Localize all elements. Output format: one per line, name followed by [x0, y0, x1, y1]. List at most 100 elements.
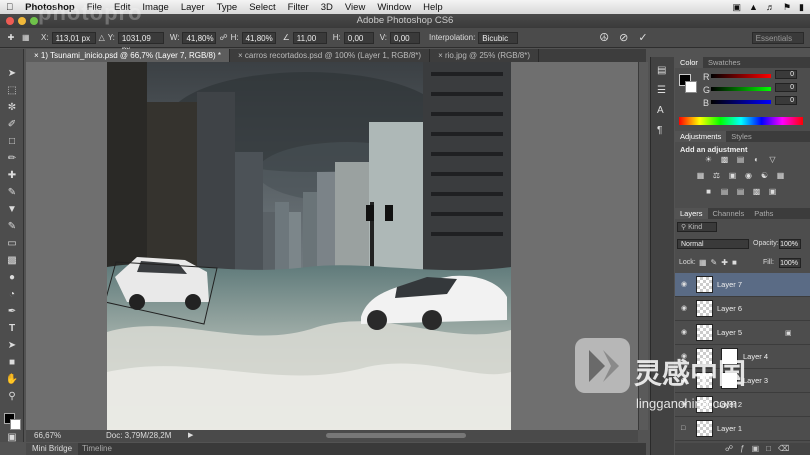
wifi-icon[interactable]: ▲ — [749, 2, 758, 12]
visibility-eye-icon[interactable]: ◉ — [681, 329, 690, 336]
triangle-icon[interactable]: △ — [99, 33, 105, 42]
background-color-swatch[interactable] — [10, 419, 21, 430]
levels-icon[interactable]: ▩ — [719, 155, 730, 164]
crop-tool-icon[interactable]: □ — [5, 135, 19, 149]
vibrance-icon[interactable]: ▽ — [767, 155, 778, 164]
zoom-window-button[interactable] — [30, 17, 38, 25]
fx-icon[interactable]: ƒ — [740, 444, 751, 453]
threshold-icon[interactable]: ▤ — [735, 187, 746, 196]
red-slider[interactable] — [711, 74, 771, 78]
visibility-eye-icon[interactable]: ◉ — [681, 305, 690, 312]
menu-filter[interactable]: Filter — [282, 2, 315, 13]
menu-type[interactable]: Type — [211, 2, 244, 13]
tab-styles[interactable]: Styles — [726, 131, 756, 142]
type-tool-icon[interactable]: T — [5, 322, 19, 336]
tab-close-icon[interactable]: × — [34, 51, 41, 60]
exposure-icon[interactable]: ◐ — [751, 155, 762, 164]
fill-field[interactable]: 100% — [779, 258, 801, 268]
tab-layers[interactable]: Layers — [675, 208, 708, 219]
layer-row-layer-5[interactable]: ◉ Layer 5 ▣ — [675, 321, 810, 345]
blue-slider[interactable] — [711, 100, 771, 104]
warp-icon[interactable]: ☮ — [599, 31, 609, 44]
reference-point-icon[interactable]: ▦ — [22, 33, 38, 42]
minimize-window-button[interactable] — [18, 17, 26, 25]
lock-icons[interactable]: ▦✎✚■ — [699, 258, 741, 267]
layer-row-layer-6[interactable]: ◉ Layer 6 — [675, 297, 810, 321]
link-layers-icon[interactable]: ☍ — [725, 444, 740, 453]
tab-rio[interactable]: × rio.jpg @ 25% (RGB/8*) — [430, 49, 540, 62]
tab-paths[interactable]: Paths — [749, 208, 778, 219]
battery-icon[interactable]: ▮ — [799, 2, 804, 13]
menu-view[interactable]: View — [339, 2, 371, 13]
camera-icon[interactable]: ▣ — [733, 2, 742, 13]
character-panel-icon[interactable]: A — [657, 105, 664, 116]
hue-saturation-icon[interactable]: ▦ — [695, 171, 706, 180]
black-white-icon[interactable]: ▣ — [727, 171, 738, 180]
tab-color[interactable]: Color — [675, 57, 703, 68]
tab-mini-bridge[interactable]: Mini Bridge — [26, 443, 79, 455]
eraser-tool-icon[interactable]: ▭ — [5, 237, 19, 251]
horizontal-scrollbar[interactable] — [326, 433, 466, 438]
tab-close-icon[interactable]: × — [438, 51, 445, 60]
path-select-tool-icon[interactable]: ➤ — [5, 339, 19, 353]
document-workspace[interactable] — [26, 62, 638, 430]
green-slider[interactable] — [711, 87, 771, 91]
channel-mixer-icon[interactable]: ☯ — [759, 171, 770, 180]
tab-swatches[interactable]: Swatches — [703, 57, 746, 68]
menu-3d[interactable]: 3D — [315, 2, 339, 13]
history-panel-icon[interactable]: ▤ — [657, 65, 666, 76]
new-layer-icon[interactable]: □ — [766, 444, 778, 453]
brightness-icon[interactable]: ☀ — [703, 155, 714, 164]
opacity-field[interactable]: 100% — [779, 239, 801, 249]
commit-transform-icon[interactable]: ✓ — [638, 31, 647, 44]
blue-value[interactable]: 0 — [775, 96, 797, 105]
pen-tool-icon[interactable]: ✒ — [5, 305, 19, 319]
y-position-field[interactable]: 1031,09 px — [117, 31, 164, 54]
invert-icon[interactable]: ■ — [703, 187, 714, 196]
dodge-tool-icon[interactable]: ◔ — [5, 288, 19, 302]
menu-layer[interactable]: Layer — [175, 2, 211, 13]
tab-carros[interactable]: × carros recortados.psd @ 100% (Layer 1,… — [230, 49, 431, 62]
trash-icon[interactable]: ⌫ — [778, 444, 796, 453]
status-arrow-icon[interactable]: ▶ — [188, 430, 193, 442]
gradient-tool-icon[interactable]: ▩ — [5, 254, 19, 268]
workspace-select[interactable]: Essentials — [751, 31, 804, 44]
layer-row-layer-1[interactable]: □ Layer 1 — [675, 417, 810, 441]
v-skew-field[interactable]: 0,00 — [390, 31, 421, 44]
x-position-field[interactable]: 113,01 px — [51, 31, 96, 44]
quick-mask-icon[interactable]: ▣ — [5, 431, 19, 445]
menu-select[interactable]: Select — [243, 2, 281, 13]
history-brush-icon[interactable]: ✎ — [5, 220, 19, 234]
gradient-map-icon[interactable]: ▩ — [751, 187, 762, 196]
close-window-button[interactable] — [6, 17, 14, 25]
brush-tool-icon[interactable]: ✎ — [5, 186, 19, 200]
properties-panel-icon[interactable]: ☰ — [657, 85, 666, 96]
layer-filter-kind[interactable]: ⚲ Kind — [677, 222, 717, 232]
tab-close-icon[interactable]: × — [238, 51, 245, 60]
tab-channels[interactable]: Channels — [708, 208, 750, 219]
healing-tool-icon[interactable]: ✚ — [5, 169, 19, 183]
background-color-chip[interactable] — [685, 81, 697, 93]
link-icon[interactable]: ☍ — [219, 33, 227, 42]
flag-icon[interactable]: ⚑ — [783, 2, 791, 13]
tab-tsunami[interactable]: × 1) Tsunami_inicio.psd @ 66,7% (Layer 7… — [26, 49, 230, 62]
selective-color-icon[interactable]: ▣ — [767, 187, 778, 196]
shape-tool-icon[interactable]: ■ — [5, 356, 19, 370]
color-balance-icon[interactable]: ⚖ — [711, 171, 722, 180]
color-lookup-icon[interactable]: ▦ — [775, 171, 786, 180]
add-mask-icon[interactable]: ▣ — [752, 444, 767, 453]
stamp-tool-icon[interactable]: ▼ — [5, 203, 19, 217]
angle-field[interactable]: 11,00 — [292, 31, 327, 44]
height-field[interactable]: 41,80% — [241, 31, 276, 44]
hand-tool-icon[interactable]: ✋ — [5, 373, 19, 387]
color-ramp[interactable] — [679, 117, 803, 125]
green-value[interactable]: 0 — [775, 83, 797, 92]
blur-tool-icon[interactable]: ● — [5, 271, 19, 285]
menu-window[interactable]: Window — [371, 2, 417, 13]
photo-filter-icon[interactable]: ◉ — [743, 171, 754, 180]
cancel-transform-icon[interactable]: ⊘ — [619, 31, 628, 44]
canvas-image[interactable] — [107, 62, 511, 430]
width-field[interactable]: 41,80% — [182, 31, 217, 44]
move-tool-icon[interactable]: ➤ — [5, 67, 19, 81]
volume-icon[interactable]: ♬ — [766, 2, 775, 12]
